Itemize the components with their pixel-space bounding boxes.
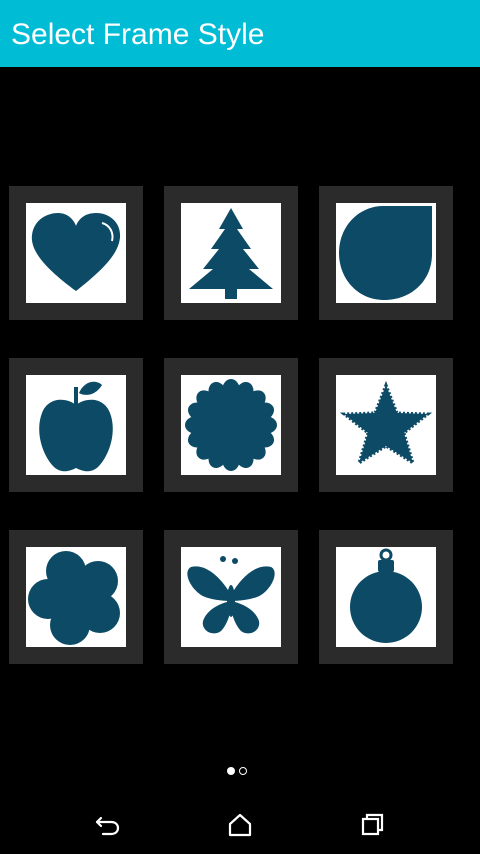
butterfly-icon bbox=[187, 556, 275, 634]
frame-tile-sunflower[interactable] bbox=[164, 358, 298, 492]
frame-tile-teardrop[interactable] bbox=[319, 186, 453, 320]
home-icon bbox=[228, 813, 252, 837]
recents-button[interactable] bbox=[353, 804, 393, 844]
frame-tile-apple[interactable] bbox=[9, 358, 143, 492]
page-dot-active[interactable] bbox=[227, 767, 235, 775]
page-title: Select Frame Style bbox=[11, 18, 265, 51]
back-icon bbox=[95, 816, 120, 836]
frame-tile-christmas-tree[interactable] bbox=[164, 186, 298, 320]
page-indicator bbox=[227, 767, 251, 777]
heart-icon bbox=[31, 213, 121, 291]
page-dot-inactive[interactable] bbox=[239, 767, 247, 775]
back-button[interactable] bbox=[87, 804, 127, 844]
frame-tile-heart[interactable] bbox=[9, 186, 143, 320]
christmas-tree-icon bbox=[189, 208, 273, 299]
system-nav-bar bbox=[0, 794, 480, 854]
frame-tile-butterfly[interactable] bbox=[164, 530, 298, 664]
sunflower-icon bbox=[185, 379, 277, 471]
star-icon bbox=[339, 380, 433, 467]
frame-tile-flower[interactable] bbox=[9, 530, 143, 664]
flower-icon bbox=[28, 551, 120, 645]
teardrop-icon bbox=[339, 206, 432, 300]
app-bar: Select Frame Style bbox=[0, 0, 480, 67]
ornament-icon bbox=[350, 548, 422, 643]
frame-tile-star[interactable] bbox=[319, 358, 453, 492]
recents-icon bbox=[361, 813, 384, 836]
home-button[interactable] bbox=[220, 804, 260, 844]
frame-tile-ornament[interactable] bbox=[319, 530, 453, 664]
apple-icon bbox=[39, 381, 113, 472]
